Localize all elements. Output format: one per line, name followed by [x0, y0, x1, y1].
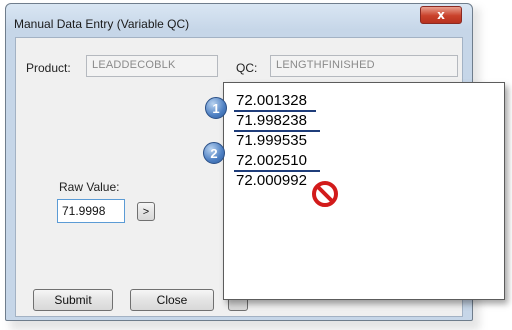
apply-raw-value-button[interactable]: > — [137, 202, 155, 221]
qc-label: QC: — [236, 61, 258, 75]
close-button[interactable]: Close — [130, 289, 214, 311]
close-icon: x — [437, 8, 445, 22]
list-item[interactable]: 72.000992 — [236, 172, 307, 189]
number-badge-2: 2 — [203, 142, 225, 164]
qc-field[interactable]: LENGTHFINISHED — [270, 55, 458, 77]
chevron-right-icon: > — [142, 205, 150, 218]
raw-value-input[interactable]: 71.9998 — [57, 199, 125, 223]
list-item[interactable]: 71.998238 — [236, 112, 307, 129]
window-title: Manual Data Entry (Variable QC) — [14, 17, 190, 31]
close-window-button[interactable]: x — [420, 6, 462, 24]
list-item[interactable]: 72.002510 — [236, 152, 307, 169]
list-item[interactable]: 71.999535 — [236, 132, 307, 149]
values-popup-list[interactable]: 72.001328 71.998238 71.999535 72.002510 … — [223, 82, 505, 300]
submit-button[interactable]: Submit — [33, 289, 113, 311]
no-entry-icon — [312, 181, 338, 207]
product-field[interactable]: LEADDECOBLK — [86, 55, 218, 77]
raw-value-label: Raw Value: — [59, 180, 120, 194]
product-label: Product: — [26, 61, 71, 75]
number-badge-1: 1 — [205, 97, 227, 119]
list-item[interactable]: 72.001328 — [236, 92, 307, 109]
